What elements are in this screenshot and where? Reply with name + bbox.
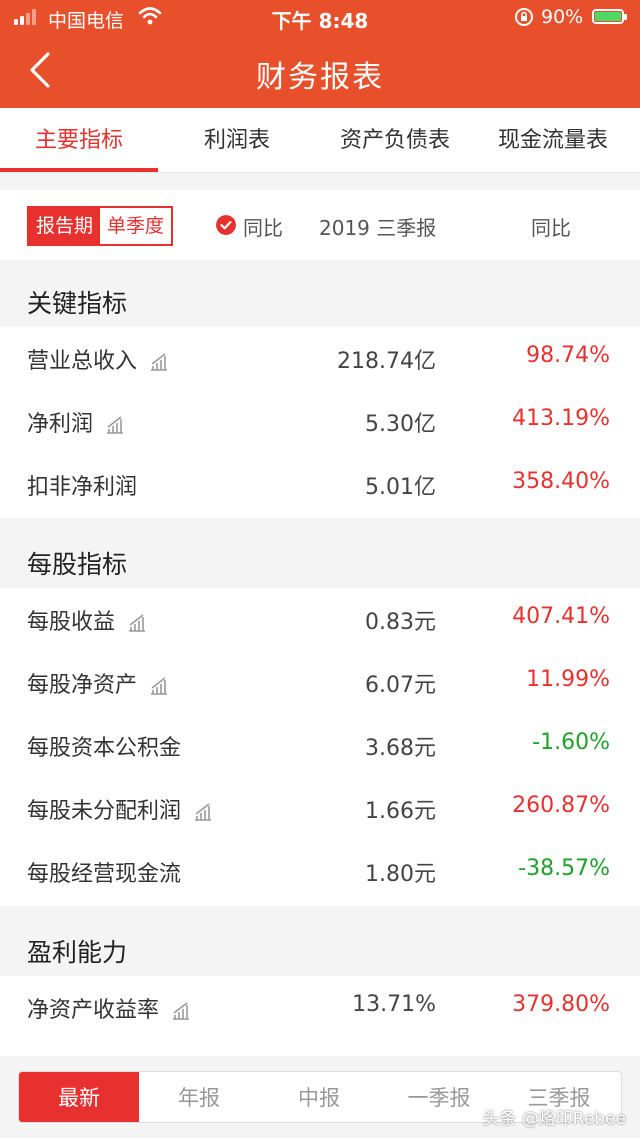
trend-chart-icon[interactable] [149, 674, 169, 696]
row-value: 5.01亿 [365, 475, 436, 500]
row-value: 6.07元 [365, 673, 436, 698]
tab-income-statement[interactable]: 利润表 [158, 108, 316, 172]
tab-main-indicators[interactable]: 主要指标 [0, 108, 158, 172]
table-row[interactable]: 净利润 5.30亿 413.19% [0, 390, 640, 452]
row-value: 0.83元 [365, 610, 436, 635]
row-value: 1.66元 [365, 799, 436, 824]
row-change: 413.19% [512, 406, 610, 431]
key-indicators-section: 营业总收入 218.74亿 98.74% 净利润 5.30亿 413.19% 扣… [0, 327, 640, 518]
trend-chart-icon[interactable] [127, 611, 147, 633]
period-header: 2019 三季报 [319, 216, 437, 240]
row-value: 1.80元 [365, 862, 436, 887]
section-header: 每股指标 [0, 533, 640, 588]
section-header: 关键指标 [0, 272, 640, 327]
row-label: 净资产收益率 [27, 998, 160, 1023]
table-row[interactable]: 净资产收益率 13.71% 379.80% [0, 976, 640, 1038]
table-row[interactable]: 每股收益 0.83元 407.41% [0, 588, 640, 650]
table-row[interactable]: 扣非净利润 5.01亿 358.40% [0, 453, 640, 515]
single-quarter-option[interactable]: 单季度 [100, 208, 172, 244]
row-label: 每股收益 [27, 610, 116, 635]
row-label: 每股净资产 [27, 673, 138, 698]
row-value: 5.30亿 [365, 412, 436, 437]
trend-chart-icon[interactable] [149, 350, 169, 372]
table-row[interactable]: 每股未分配利润 1.66元 260.87% [0, 777, 640, 839]
row-label: 营业总收入 [27, 349, 138, 374]
row-label: 扣非净利润 [27, 475, 138, 500]
section-title: 关键指标 [27, 289, 128, 318]
row-change: 98.74% [526, 343, 610, 368]
table-row[interactable]: 每股净资产 6.07元 11.99% [0, 651, 640, 713]
table-row[interactable]: 每股经营现金流 1.80元 -38.57% [0, 840, 640, 902]
row-value: 3.68元 [365, 736, 436, 761]
active-tab-indicator [0, 168, 158, 172]
period-type-toggle: 报告期 单季度 [27, 206, 174, 246]
period-interim[interactable]: 中报 [259, 1072, 379, 1122]
yoy-column-header: 同比 [531, 216, 571, 240]
battery-icon [592, 9, 627, 24]
tab-cash-flow[interactable]: 现金流量表 [474, 108, 632, 172]
orientation-lock-icon [515, 8, 533, 26]
status-bar: 中国电信 下午 8:48 90% [0, 0, 640, 34]
row-label: 每股未分配利润 [27, 799, 182, 824]
section-title: 盈利能力 [27, 938, 128, 967]
section-title: 每股指标 [27, 550, 128, 579]
row-label: 净利润 [27, 412, 94, 437]
row-change: 379.80% [512, 992, 610, 1017]
app-header: 中国电信 下午 8:48 90% 财务报表 [0, 0, 640, 108]
table-row[interactable]: 营业总收入 218.74亿 98.74% [0, 327, 640, 389]
row-change: -1.60% [532, 730, 610, 755]
trend-chart-icon[interactable] [171, 999, 191, 1021]
row-value: 13.71% [352, 992, 436, 1017]
table-row[interactable]: 每股资本公积金 3.68元 -1.60% [0, 714, 640, 776]
period-q1[interactable]: 一季报 [379, 1072, 499, 1122]
section-header: 盈利能力 [0, 921, 640, 976]
row-label: 每股经营现金流 [27, 862, 182, 887]
per-share-section: 每股收益 0.83元 407.41% 每股净资产 6.07元 11.99% 每股… [0, 588, 640, 906]
report-period-option[interactable]: 报告期 [29, 208, 101, 244]
trend-chart-icon[interactable] [193, 800, 213, 822]
check-circle-icon[interactable] [216, 215, 236, 235]
row-change: 358.40% [512, 469, 610, 494]
row-label: 每股资本公积金 [27, 736, 182, 761]
yoy-toggle-label[interactable]: 同比 [243, 212, 283, 241]
report-tabs: 主要指标 利润表 资产负债表 现金流量表 [0, 108, 640, 173]
row-change: 11.99% [526, 667, 610, 692]
tab-balance-sheet[interactable]: 资产负债表 [316, 108, 474, 172]
row-change: 407.41% [512, 604, 610, 629]
period-annual[interactable]: 年报 [139, 1072, 259, 1122]
battery-percent: 90% [541, 6, 584, 28]
row-change: -38.57% [518, 856, 610, 881]
row-value: 218.74亿 [337, 349, 436, 374]
period-latest[interactable]: 最新 [19, 1072, 139, 1122]
page-title: 财务报表 [256, 60, 384, 95]
profitability-section: 净资产收益率 13.71% 379.80% [0, 976, 640, 1056]
row-change: 260.87% [512, 793, 610, 818]
trend-chart-icon[interactable] [105, 413, 125, 435]
watermark: 头条 @烙印Rebee [482, 1109, 626, 1129]
